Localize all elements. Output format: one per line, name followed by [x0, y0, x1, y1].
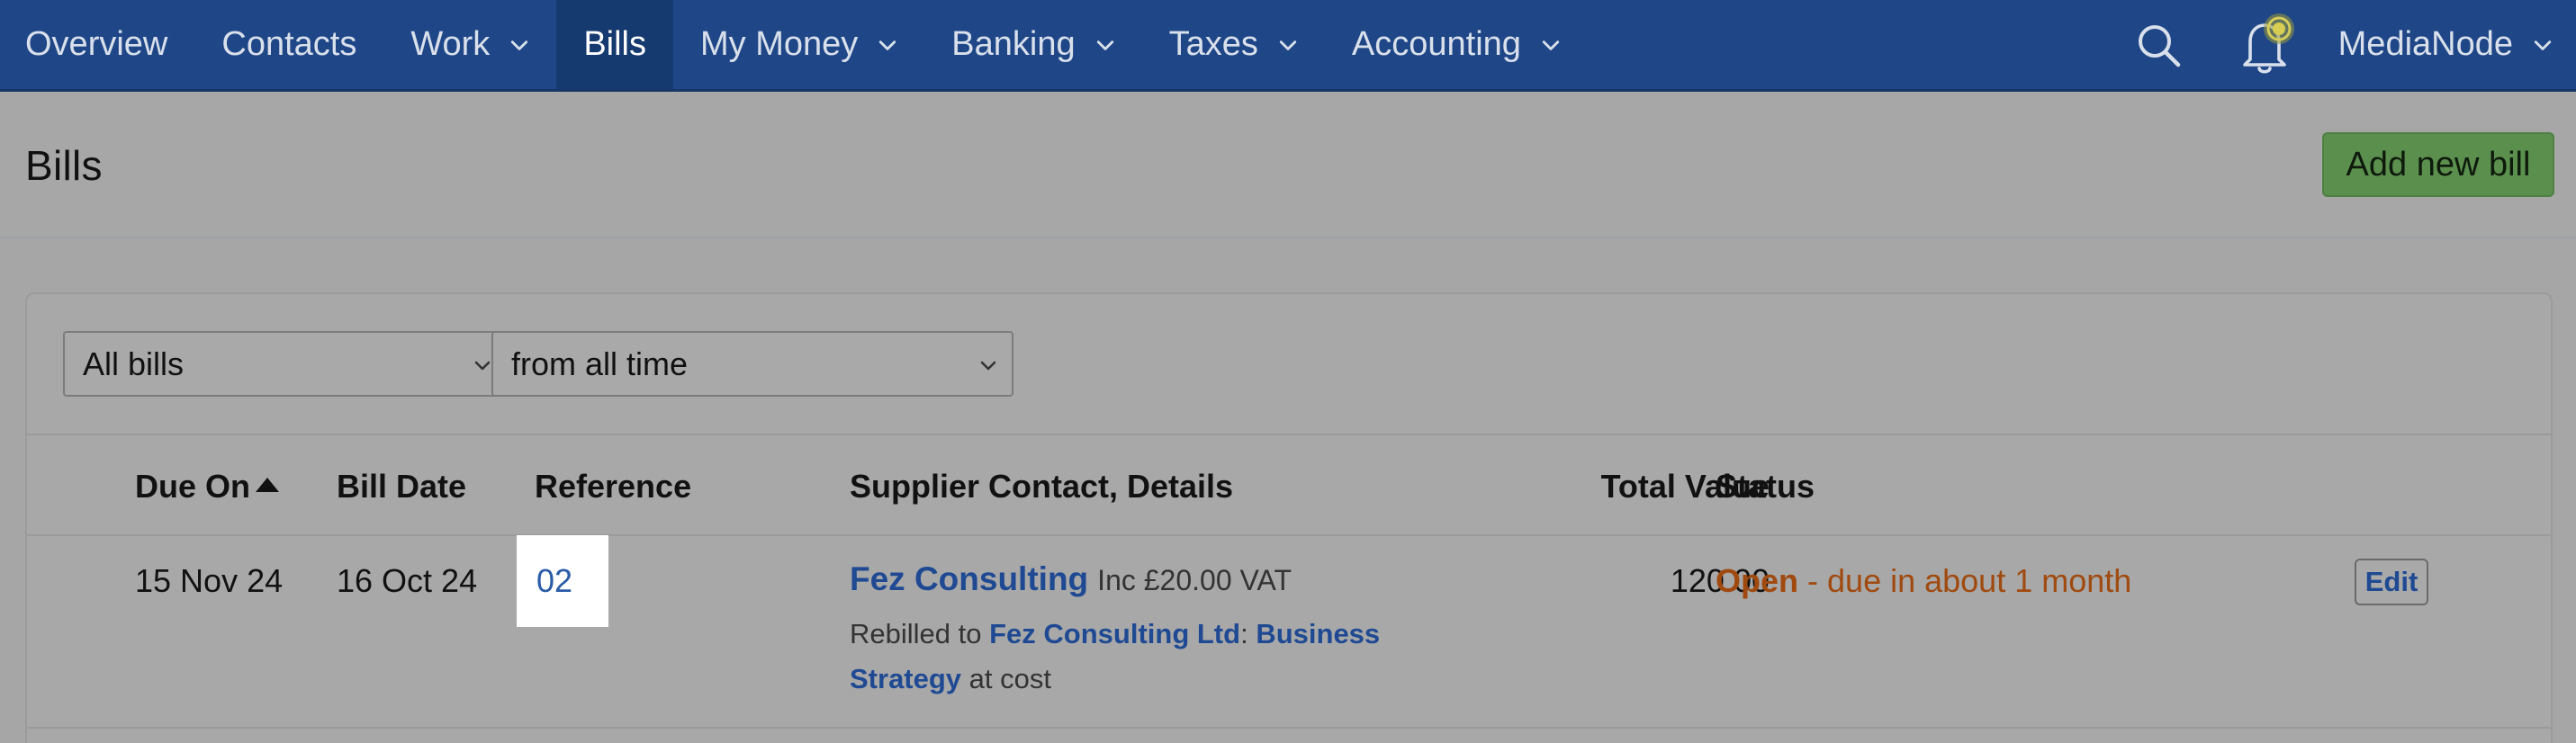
account-name: MediaNode [2337, 25, 2513, 63]
account-menu[interactable]: MediaNode [2302, 0, 2576, 89]
chevron-down-icon [474, 361, 491, 371]
nav-label: Overview [25, 25, 168, 63]
nav-label: My Money [700, 25, 859, 63]
chevron-down-icon [1542, 40, 1560, 50]
status-cell: Open - due in about 1 month [1716, 562, 2131, 600]
rebilled-prefix: Rebilled to [850, 618, 982, 649]
nav-label: Accounting [1351, 25, 1521, 63]
bill-type-select[interactable]: All bills [63, 331, 508, 397]
due-on-cell: 15 Nov 24 [135, 562, 284, 599]
divider [27, 534, 2551, 536]
supplier-link[interactable]: Fez Consulting [850, 560, 1088, 597]
nav-item-my-money[interactable]: My Money [673, 0, 924, 89]
nav-label: Taxes [1168, 25, 1258, 63]
status-label: Open [1716, 562, 1799, 599]
edit-button[interactable]: Edit [2355, 559, 2428, 605]
nav-item-overview[interactable]: Overview [0, 0, 194, 89]
rebilled-separator: : [1240, 618, 1248, 649]
chevron-down-icon [511, 40, 528, 50]
notifications-button[interactable] [2230, 0, 2302, 89]
nav-label: Contacts [221, 25, 357, 63]
bill-date-cell: 16 Oct 24 [337, 562, 478, 599]
chevron-down-icon [879, 40, 896, 50]
rebill-details: Rebilled to Fez Consulting Ltd: Business… [850, 612, 1408, 702]
chevron-down-icon [1096, 40, 1113, 50]
page-header: Bills Add new bill [0, 93, 2576, 238]
reference-link[interactable]: 02 [536, 562, 572, 600]
nav-item-work[interactable]: Work [383, 0, 556, 89]
nav-label: Banking [951, 25, 1076, 63]
supplier-cell: Fez Consulting Inc £20.00 VAT [850, 560, 1292, 598]
bills-panel: All bills from all time Due On Bill Date… [25, 292, 2553, 743]
nav-item-taxes[interactable]: Taxes [1142, 0, 1325, 89]
bell-icon [2242, 13, 2294, 74]
nav-item-banking[interactable]: Banking [924, 0, 1141, 89]
nav-item-bills[interactable]: Bills [556, 0, 673, 89]
search-icon [2138, 24, 2180, 67]
nav-label: Work [410, 25, 491, 63]
nav-label: Bills [583, 25, 646, 63]
header-label: Due On [135, 468, 251, 505]
status-detail: - due in about 1 month [1807, 562, 2132, 599]
search-button[interactable] [2122, 0, 2194, 89]
chevron-down-icon [1279, 40, 1297, 50]
period-select[interactable]: from all time [491, 331, 1013, 397]
page-title: Bills [25, 142, 103, 189]
column-header-due-on[interactable]: Due On [135, 468, 280, 506]
chevron-down-icon [2534, 40, 2552, 50]
chevron-down-icon [980, 361, 996, 371]
column-header-bill-date[interactable]: Bill Date [337, 468, 466, 506]
vat-note: Inc £20.00 VAT [1097, 564, 1292, 596]
rebilled-contact-link[interactable]: Fez Consulting Ltd [989, 618, 1240, 649]
nav-right-group: MediaNode [2122, 0, 2576, 89]
divider [27, 727, 2551, 729]
nav-item-contacts[interactable]: Contacts [194, 0, 383, 89]
select-value: from all time [511, 345, 689, 382]
rebilled-suffix: at cost [968, 663, 1051, 694]
column-header-supplier[interactable]: Supplier Contact, Details [850, 468, 1233, 506]
add-new-bill-button[interactable]: Add new bill [2322, 132, 2554, 197]
column-header-status[interactable]: Status [1716, 468, 1815, 506]
nav-item-accounting[interactable]: Accounting [1325, 0, 1588, 89]
divider [27, 434, 2551, 435]
top-nav: Overview Contacts Work Bills My Money Ba… [0, 0, 2576, 92]
select-value: All bills [83, 345, 185, 382]
sort-ascending-icon [256, 478, 280, 492]
column-header-reference[interactable]: Reference [535, 468, 691, 506]
